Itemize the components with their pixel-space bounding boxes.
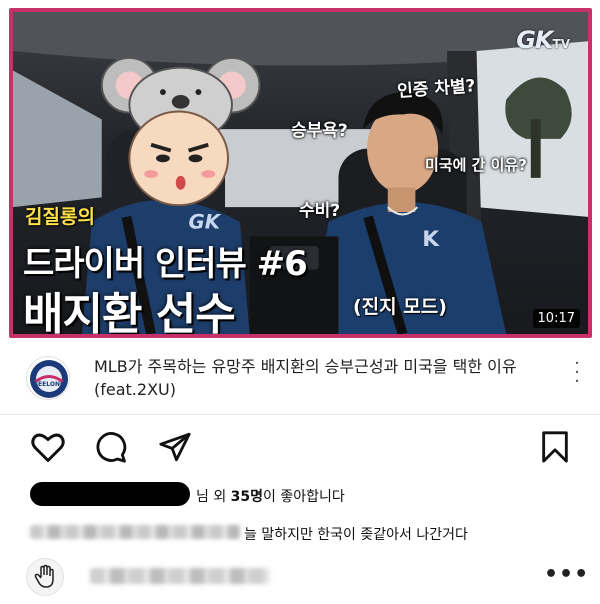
vertical-dots-icon[interactable]: · · ·: [572, 355, 582, 391]
heart-icon[interactable]: [30, 430, 66, 464]
caption-comment: 늘 말하지만 한국이 좆같아서 나간거다: [30, 522, 570, 544]
comment-input-row[interactable]: •••: [0, 552, 600, 596]
likes-summary[interactable]: 님 외 35명이 좋아합니다: [30, 482, 430, 508]
mode-caption: (진지 모드): [353, 296, 447, 318]
more-options-icon[interactable]: •••: [544, 562, 589, 587]
divider: [0, 414, 600, 415]
channel-avatar[interactable]: GEELONG: [26, 356, 70, 400]
thumbnail-player-name: 배지환 선수: [23, 289, 236, 338]
send-icon[interactable]: [158, 430, 192, 464]
video-title[interactable]: MLB가 주목하는 유망주 배지환의 승부근성과 미국을 택한 이유(feat.…: [94, 355, 564, 401]
likes-suffix: 이 좋아합니다: [263, 489, 345, 505]
blurred-username: [30, 525, 240, 539]
question-caption: 수비?: [299, 201, 341, 221]
bookmark-icon[interactable]: [540, 430, 570, 464]
blurred-comment-placeholder[interactable]: [90, 568, 270, 584]
question-caption: 미국에 간 이유?: [425, 156, 527, 174]
thumbnail-subtitle: 김질롱의: [25, 206, 95, 228]
likes-count: 35명: [230, 489, 264, 505]
video-info-row[interactable]: GEELONG MLB가 주목하는 유망주 배지환의 승부근성과 미국을 택한 …: [0, 343, 600, 411]
likes-prefix: 님 외: [196, 489, 231, 505]
video-duration-badge: 10:17: [532, 309, 580, 328]
svg-text:GEELONG: GEELONG: [33, 381, 65, 388]
svg-text:K: K: [422, 227, 440, 252]
redacted-username: [30, 482, 190, 506]
comment-icon[interactable]: [94, 430, 128, 464]
video-thumbnail[interactable]: GK K GKTV 인증 차별? 승부욕? 미국에 간 이유? 수비? 김질롱의…: [9, 8, 592, 338]
comment-text: 늘 말하지만 한국이 좆같아서 나간거다: [244, 527, 468, 543]
jersey-logo-left: GK: [189, 211, 222, 234]
channel-brand-logo: GKTV: [516, 26, 570, 54]
hand-icon[interactable]: [26, 558, 64, 596]
question-caption: 승부욕?: [291, 121, 348, 141]
